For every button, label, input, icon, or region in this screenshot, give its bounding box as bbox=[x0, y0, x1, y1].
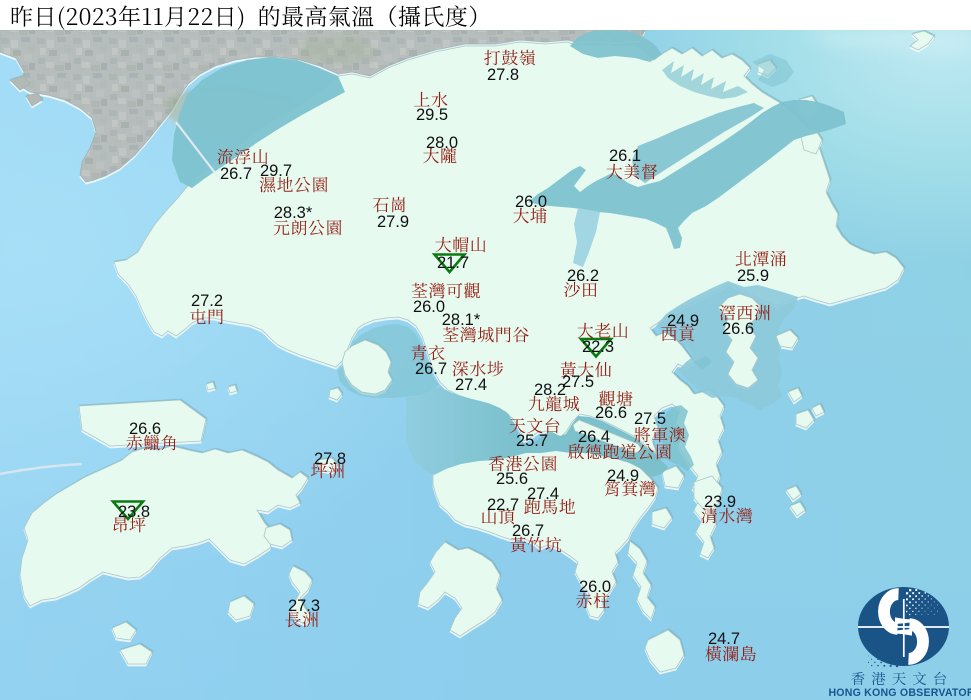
svg-text:26.7: 26.7 bbox=[220, 165, 252, 183]
svg-text:27.8: 27.8 bbox=[487, 66, 519, 84]
svg-text:27.3: 27.3 bbox=[288, 597, 320, 615]
svg-text:23.9: 23.9 bbox=[704, 493, 736, 511]
svg-text:27.4: 27.4 bbox=[527, 485, 559, 503]
svg-text:26.0: 26.0 bbox=[413, 298, 445, 316]
svg-text:28.3*: 28.3* bbox=[274, 204, 313, 222]
svg-text:26.6: 26.6 bbox=[722, 320, 754, 338]
svg-text:24.7: 24.7 bbox=[708, 630, 740, 648]
svg-text:26.2: 26.2 bbox=[567, 267, 599, 285]
svg-text:26.0: 26.0 bbox=[515, 193, 547, 211]
svg-text:27.8: 27.8 bbox=[314, 450, 346, 468]
svg-text:21.7: 21.7 bbox=[437, 254, 469, 272]
svg-text:27.5: 27.5 bbox=[634, 410, 666, 428]
svg-text:25.7: 25.7 bbox=[516, 432, 548, 450]
svg-text:HONG KONG OBSERVATORY: HONG KONG OBSERVATORY bbox=[828, 687, 971, 699]
svg-text:29.5: 29.5 bbox=[416, 106, 448, 124]
svg-text:26.4: 26.4 bbox=[578, 428, 610, 446]
svg-text:28.1*: 28.1* bbox=[442, 311, 481, 329]
svg-text:26.6: 26.6 bbox=[595, 404, 627, 422]
svg-text:23.8: 23.8 bbox=[118, 503, 150, 521]
svg-text:24.9: 24.9 bbox=[607, 467, 639, 485]
svg-text:22.3: 22.3 bbox=[582, 338, 614, 356]
svg-text:28.0: 28.0 bbox=[426, 134, 458, 152]
svg-text:26.1: 26.1 bbox=[609, 147, 641, 165]
svg-text:26.6: 26.6 bbox=[129, 420, 161, 438]
svg-text:27.5: 27.5 bbox=[562, 373, 594, 391]
svg-text:27.9: 27.9 bbox=[377, 213, 409, 231]
svg-text:25.9: 25.9 bbox=[737, 267, 769, 285]
svg-text:26.0: 26.0 bbox=[579, 578, 611, 596]
svg-text:25.6: 25.6 bbox=[496, 470, 528, 488]
svg-text:28.2: 28.2 bbox=[534, 381, 566, 399]
svg-text:26.7: 26.7 bbox=[415, 360, 447, 378]
svg-text:27.4: 27.4 bbox=[455, 376, 487, 394]
svg-text:24.9: 24.9 bbox=[667, 312, 699, 330]
svg-text:22.7: 22.7 bbox=[487, 496, 519, 514]
svg-text:26.7: 26.7 bbox=[512, 522, 544, 540]
svg-text:27.2: 27.2 bbox=[191, 292, 223, 310]
